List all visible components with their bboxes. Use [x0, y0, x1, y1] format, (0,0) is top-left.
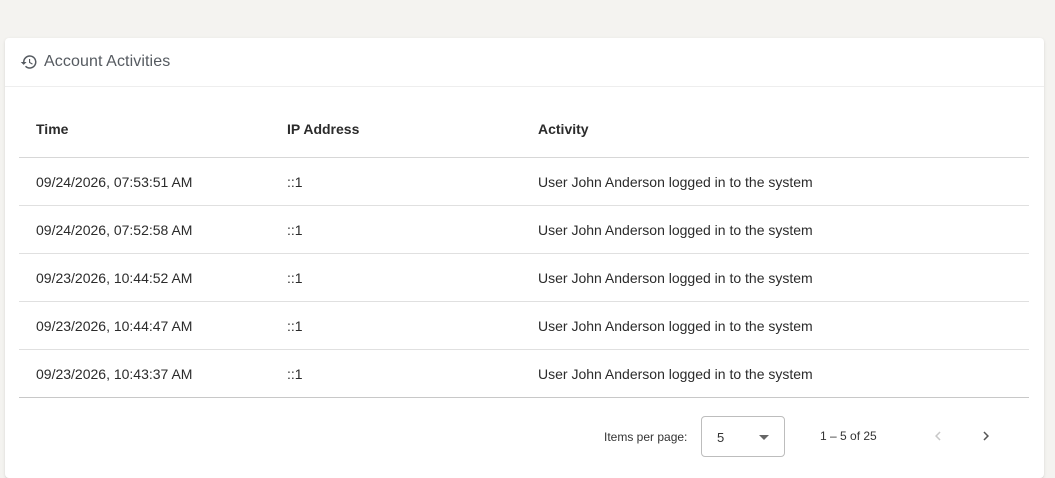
- items-per-page-label: Items per page:: [604, 430, 688, 444]
- table-header-row: Time IP Address Activity: [19, 87, 1029, 158]
- next-page-button[interactable]: [971, 422, 1001, 452]
- items-per-page-select[interactable]: 5: [701, 416, 785, 457]
- card-header: Account Activities: [5, 38, 1044, 87]
- cell-ip: ::1: [287, 222, 303, 238]
- table-row: 09/24/2026, 07:52:58 AM ::1 User John An…: [19, 206, 1029, 254]
- cell-ip: ::1: [287, 270, 303, 286]
- cell-activity: User John Anderson logged in to the syst…: [538, 174, 813, 190]
- column-header-activity[interactable]: Activity: [538, 121, 589, 137]
- cell-activity: User John Anderson logged in to the syst…: [538, 270, 813, 286]
- previous-page-button[interactable]: [923, 422, 953, 452]
- cell-time: 09/23/2026, 10:44:52 AM: [36, 270, 193, 286]
- range-label: 1 – 5 of 25: [820, 429, 877, 443]
- cell-time: 09/23/2026, 10:44:47 AM: [36, 318, 193, 334]
- dropdown-arrow-icon: [759, 435, 769, 440]
- cell-activity: User John Anderson logged in to the syst…: [538, 222, 813, 238]
- cell-ip: ::1: [287, 318, 303, 334]
- column-header-ip-address[interactable]: IP Address: [287, 121, 359, 137]
- account-activities-card: Account Activities Time IP Address Activ…: [5, 38, 1044, 478]
- table-row: 09/23/2026, 10:44:52 AM ::1 User John An…: [19, 254, 1029, 302]
- cell-activity: User John Anderson logged in to the syst…: [538, 318, 813, 334]
- table-row: 09/24/2026, 07:53:51 AM ::1 User John An…: [19, 158, 1029, 206]
- card-title: Account Activities: [44, 53, 171, 70]
- cell-time: 09/24/2026, 07:53:51 AM: [36, 174, 193, 190]
- cell-ip: ::1: [287, 366, 303, 382]
- paginator: Items per page: 5 1 – 5 of 25: [5, 416, 1044, 460]
- table-body: 09/24/2026, 07:53:51 AM ::1 User John An…: [19, 158, 1029, 398]
- cell-time: 09/23/2026, 10:43:37 AM: [36, 366, 193, 382]
- table-row: 09/23/2026, 10:44:47 AM ::1 User John An…: [19, 302, 1029, 350]
- chevron-left-icon: [929, 427, 947, 448]
- activities-table: Time IP Address Activity 09/24/2026, 07:…: [19, 87, 1029, 398]
- chevron-right-icon: [977, 427, 995, 448]
- history-icon: [19, 52, 39, 72]
- table-row: 09/23/2026, 10:43:37 AM ::1 User John An…: [19, 350, 1029, 398]
- cell-ip: ::1: [287, 174, 303, 190]
- cell-activity: User John Anderson logged in to the syst…: [538, 366, 813, 382]
- items-per-page-value: 5: [717, 430, 725, 445]
- column-header-time[interactable]: Time: [36, 121, 68, 137]
- cell-time: 09/24/2026, 07:52:58 AM: [36, 222, 193, 238]
